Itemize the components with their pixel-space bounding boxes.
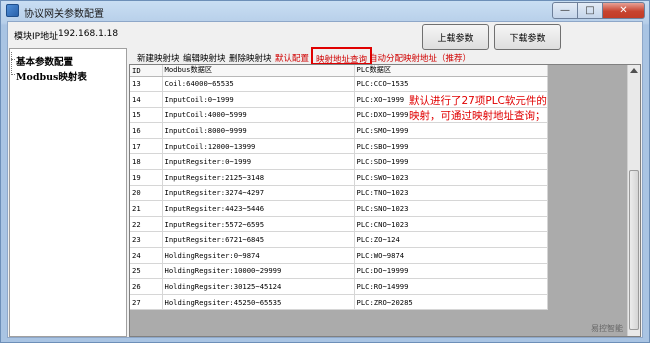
ip-label: 模块IP地址	[14, 32, 59, 42]
cell-id: 26	[130, 278, 163, 295]
table-row[interactable]: 20 InputRegsiter:3274~4297 PLC:TNO~1023	[130, 185, 548, 202]
cell-modbus-area: InputCoil:0~1999	[162, 91, 355, 108]
watermark-text: 易控智能	[591, 324, 623, 333]
window-controls: — □ ✕	[552, 2, 645, 19]
ip-value: 192.168.1.18	[58, 29, 119, 39]
cell-modbus-area: HoldingRegsiter:30125~45124	[162, 278, 355, 295]
tree-connector	[11, 52, 15, 75]
cell-modbus-area: HoldingRegsiter:10000~29999	[162, 263, 355, 280]
cell-plc-area: PLC:ZO~124	[354, 231, 548, 249]
cell-modbus-area: HoldingRegsiter:0~9874	[162, 247, 355, 264]
table-row[interactable]: 26 HoldingRegsiter:30125~45124 PLC:RO~1499…	[130, 278, 548, 295]
table-row[interactable]: 24 HoldingRegsiter:0~9874 PLC:WO~9874	[130, 247, 548, 264]
cell-plc-area: PLC:CNO~1023	[354, 216, 548, 233]
cell-id: 13	[130, 76, 163, 93]
column-header-modbus[interactable]: Modbus数据区	[162, 65, 355, 77]
table-row[interactable]: 18 InputRegsiter:0~1999 PLC:SDO~1999	[130, 153, 548, 171]
scrollbar-thumb[interactable]	[629, 170, 639, 330]
cell-id: 21	[130, 200, 163, 217]
cell-id: 19	[130, 169, 163, 186]
client-area: 模块IP地址 192.168.1.18 上载参数 下载参数 基本参数配置 Mod…	[7, 21, 643, 338]
cell-id: 18	[130, 153, 163, 171]
cell-modbus-area: InputRegsiter:2125~3148	[162, 169, 355, 186]
window-title: 协议网关参数配置	[24, 9, 104, 20]
cell-plc-area: PLC:RO~14999	[354, 278, 548, 295]
upload-params-button[interactable]: 上载参数	[422, 24, 489, 50]
annotation-note: 默认进行了27项PLC软元件的映射，可通过映射地址查询；	[409, 95, 547, 122]
cell-id: 25	[130, 263, 163, 280]
table-header-row: ID Modbus数据区 PLC数据区	[130, 65, 548, 77]
vertical-scrollbar[interactable]	[627, 65, 640, 336]
cell-id: 22	[130, 216, 163, 233]
close-button[interactable]: ✕	[603, 2, 645, 19]
download-params-button[interactable]: 下载参数	[494, 24, 561, 50]
cell-modbus-area: InputRegsiter:6721~6845	[162, 231, 355, 249]
column-header-plc[interactable]: PLC数据区	[354, 65, 548, 77]
cell-id: 14	[130, 91, 163, 108]
cell-plc-area: PLC:WO~9874	[354, 247, 548, 264]
cell-modbus-area: InputRegsiter:3274~4297	[162, 185, 355, 202]
minimize-button[interactable]: —	[552, 2, 578, 19]
tree-item-basic-config[interactable]: 基本参数配置	[16, 54, 73, 68]
maximize-button[interactable]: □	[578, 2, 603, 19]
cell-plc-area: PLC:DO~19999	[354, 263, 548, 280]
table-row[interactable]: 19 InputRegsiter:2125~3148 PLC:SWO~1023	[130, 169, 548, 186]
table-row[interactable]: 27 HoldingRegsiter:45250~65535 PLC:ZRO~202…	[130, 294, 548, 311]
cell-modbus-area: InputRegsiter:5572~6595	[162, 216, 355, 233]
cell-modbus-area: InputRegsiter:0~1999	[162, 153, 355, 171]
auto-assign-button[interactable]: 自动分配映射地址（推荐）	[369, 52, 471, 64]
cell-id: 24	[130, 247, 163, 264]
app-icon	[6, 4, 19, 17]
delete-block-button[interactable]: 删除映射块	[229, 52, 272, 64]
cell-plc-area: PLC:SMO~1999	[354, 122, 548, 139]
cell-id: 27	[130, 294, 163, 311]
cell-plc-area: PLC:SDO~1999	[354, 153, 548, 171]
cell-id: 23	[130, 231, 163, 249]
cell-modbus-area: Coil:64000~65535	[162, 76, 355, 93]
table-row[interactable]: 21 InputRegsiter:4423~5446 PLC:SNO~1023	[130, 200, 548, 217]
mapping-table-container: ID Modbus数据区 PLC数据区 13 Coil:64000~65535 PL…	[129, 64, 641, 337]
table-row[interactable]: 16 InputCoil:8000~9999 PLC:SMO~1999	[130, 122, 548, 139]
cell-plc-area: PLC:ZRO~20285	[354, 294, 548, 311]
cell-id: 20	[130, 185, 163, 202]
new-block-button[interactable]: 新建映射块	[137, 52, 180, 64]
cell-plc-area: PLC:TNO~1023	[354, 185, 548, 202]
cell-modbus-area: InputRegsiter:4423~5446	[162, 200, 355, 217]
cell-plc-area: PLC:SWO~1023	[354, 169, 548, 186]
cell-plc-area: PLC:CCO~1535	[354, 76, 548, 93]
tree-item-modbus-map[interactable]: Modbus映射表	[16, 69, 87, 83]
table-row[interactable]: 25 HoldingRegsiter:10000~29999 PLC:DO~1999…	[130, 263, 548, 280]
cell-modbus-area: InputCoil:4000~5999	[162, 107, 355, 124]
tree-connector	[11, 74, 15, 75]
table-row[interactable]: 17 InputCoil:12000~13999 PLC:SBO~1999	[130, 138, 548, 155]
address-query-button[interactable]: 映射地址查询	[311, 47, 373, 65]
config-tree: 基本参数配置 Modbus映射表	[9, 48, 127, 337]
title-bar[interactable]: 协议网关参数配置 — □ ✕	[1, 1, 649, 21]
table-row[interactable]: 22 InputRegsiter:5572~6595 PLC:CNO~1023	[130, 216, 548, 233]
default-config-button[interactable]: 默认配置	[275, 52, 309, 64]
cell-modbus-area: InputCoil:12000~13999	[162, 138, 355, 155]
cell-modbus-area: HoldingRegsiter:45250~65535	[162, 294, 355, 311]
cell-modbus-area: InputCoil:8000~9999	[162, 122, 355, 139]
cell-id: 16	[130, 122, 163, 139]
tree-connector	[11, 59, 15, 60]
edit-block-button[interactable]: 编辑映射块	[183, 52, 226, 64]
cell-plc-area: PLC:SNO~1023	[354, 200, 548, 217]
cell-plc-area: PLC:SBO~1999	[354, 138, 548, 155]
table-row[interactable]: 13 Coil:64000~65535 PLC:CCO~1535	[130, 76, 548, 93]
column-header-id[interactable]: ID	[130, 65, 163, 77]
table-row[interactable]: 23 InputRegsiter:6721~6845 PLC:ZO~124	[130, 231, 548, 249]
scroll-up-arrow-icon[interactable]	[630, 68, 638, 73]
cell-id: 15	[130, 107, 163, 124]
app-window: 协议网关参数配置 — □ ✕ 模块IP地址 192.168.1.18 上载参数 …	[0, 0, 650, 343]
cell-id: 17	[130, 138, 163, 155]
